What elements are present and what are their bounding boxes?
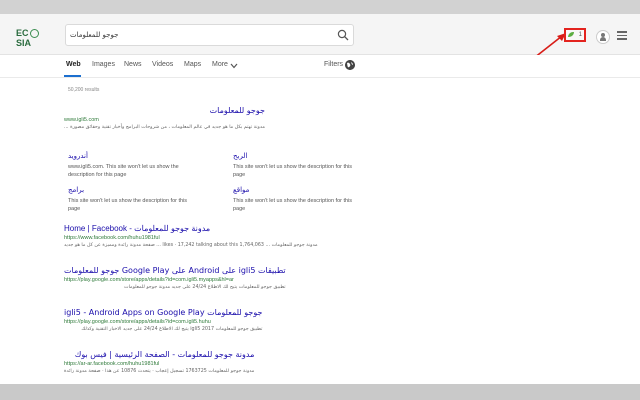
result-url[interactable]: https://www.facebook.com/huhu1981ful: [64, 235, 318, 241]
result-title[interactable]: Home | Facebook - مدونة جوجو للمعلومات: [64, 224, 318, 233]
tab-videos[interactable]: Videos: [152, 61, 173, 68]
sublink-title[interactable]: برامج: [68, 186, 188, 194]
result-item: جوجو للمعلومات www.igli5.com مدونة تهتم …: [64, 106, 265, 130]
results-count: 50,200 results: [68, 87, 100, 93]
result-title[interactable]: تطبيقات igli5 على Android على Google Pla…: [64, 266, 286, 275]
sublink: برامج This site won't let us show the de…: [68, 186, 188, 213]
sublink-description: www.igli5.com. This site won't let us sh…: [68, 164, 179, 178]
sublink-description: This site won't let us show the descript…: [233, 198, 353, 212]
active-tab-indicator: [64, 75, 81, 77]
tab-maps[interactable]: Maps: [184, 61, 201, 68]
chevron-down-icon[interactable]: [230, 63, 238, 69]
screen: ECSIA 1 Web Images News Videos Maps More…: [0, 0, 640, 400]
tab-web[interactable]: Web: [66, 61, 81, 68]
tree-count: 1: [578, 32, 582, 38]
result-description: مدونة تهتم بكل ما هو جديد في عالم المعلو…: [64, 125, 265, 130]
search-input[interactable]: [70, 27, 335, 43]
sublink: الربح This site won't let us show the de…: [233, 152, 353, 179]
tab-images[interactable]: Images: [92, 61, 115, 68]
globe-icon[interactable]: [345, 60, 355, 70]
search-box[interactable]: [65, 24, 354, 46]
hamburger-menu-icon[interactable]: [617, 31, 627, 40]
tree-icon: [568, 32, 574, 37]
result-item: مدونة جوجو للمعلومات - الصفحة الرئيسية |…: [64, 350, 254, 374]
result-title[interactable]: مدونة جوجو للمعلومات - الصفحة الرئيسية |…: [64, 350, 255, 359]
nav-tabs: Web Images News Videos Maps More Filters: [0, 55, 640, 78]
logo-text-left: EC: [16, 28, 29, 38]
result-title[interactable]: جوجو للمعلومات: [64, 106, 265, 115]
result-description: تطبيق جوجو للمعلومات يتيح لك الاطلاع 24/…: [124, 285, 286, 290]
sublink-title[interactable]: أندرويد: [68, 152, 188, 160]
sublink-title[interactable]: مواقع: [233, 186, 353, 194]
result-description: مدونة جوجو للمعلومات 1763725 تسجيل إعجاب…: [64, 369, 255, 374]
user-avatar[interactable]: [596, 30, 610, 44]
results-area: 50,200 results جوجو للمعلومات www.igli5.…: [0, 78, 640, 384]
search-icon[interactable]: [337, 29, 349, 41]
result-description: تطبيق جوجو للمعلومات 2017 igli5 يتيح لك …: [81, 327, 263, 332]
sublink-description: This site won't let us show the descript…: [233, 164, 353, 178]
result-url[interactable]: https://ar-ar.facebook.com/huhu1981ful: [64, 361, 254, 367]
logo-text-right: SIA: [16, 38, 32, 49]
bottom-bar: [0, 384, 640, 400]
tab-more[interactable]: More: [212, 61, 228, 68]
result-description: مدونة جوجو للمعلومات ... 1,764,063 likes…: [64, 243, 318, 248]
sublink-title[interactable]: الربح: [233, 152, 353, 160]
result-item: Home | Facebook - مدونة جوجو للمعلومات h…: [64, 224, 318, 248]
sublink: مواقع This site won't let us show the de…: [233, 186, 353, 213]
result-item: تطبيقات igli5 على Android على Google Pla…: [64, 266, 286, 290]
sublink: أندرويد www.igli5.com. This site won't l…: [68, 152, 188, 179]
tab-news[interactable]: News: [124, 61, 142, 68]
tree-counter[interactable]: 1: [564, 28, 586, 42]
result-url[interactable]: https://play.google.com/store/apps/detai…: [64, 319, 262, 325]
sublink-description: This site won't let us show the descript…: [68, 198, 188, 212]
result-item: جوجو للمعلومات igli5 - Android Apps on G…: [64, 308, 262, 332]
result-url[interactable]: www.igli5.com: [64, 117, 265, 123]
filters-button[interactable]: Filters: [324, 61, 343, 68]
ecosia-logo[interactable]: ECSIA: [16, 28, 44, 50]
result-url[interactable]: https://play.google.com/store/apps/detai…: [64, 277, 286, 283]
logo-globe-icon: [29, 29, 39, 39]
result-title[interactable]: جوجو للمعلومات igli5 - Android Apps on G…: [64, 308, 262, 317]
